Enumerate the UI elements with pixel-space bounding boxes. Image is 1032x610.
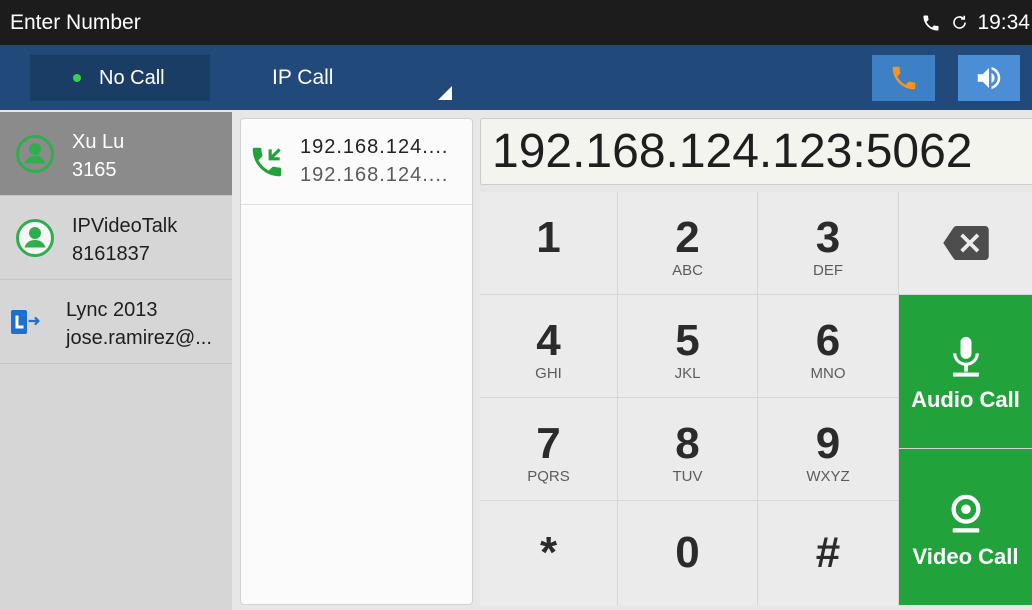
key-digit: 7	[536, 419, 561, 468]
key-letters: DEF	[813, 262, 843, 279]
key-1[interactable]: 1	[480, 192, 617, 294]
contact-item[interactable]: IPVideoTalk 8161837	[0, 196, 232, 280]
key-digit: #	[815, 528, 841, 577]
contact-name: Lync 2013	[66, 299, 158, 321]
screen-title: Enter Number	[10, 11, 141, 34]
status-dot-icon	[73, 74, 81, 82]
key-5[interactable]: 5 JKL	[618, 295, 757, 397]
digit-keys: 1 2 ABC 3 DEF 4 GHI 5 JKL 6 MNO 7 PQRS 8	[480, 192, 898, 605]
microphone-icon	[952, 336, 979, 377]
contact-item[interactable]: Lync 2013 jose.ramirez@...	[0, 280, 232, 364]
key-star[interactable]: *	[480, 501, 617, 605]
handset-button[interactable]	[872, 55, 935, 101]
handset-icon	[892, 66, 915, 90]
call-toolbar: No Call IP Call	[0, 45, 1032, 110]
key-4[interactable]: 4 GHI	[480, 295, 617, 397]
status-indicators: 19:34	[921, 0, 1030, 45]
speaker-button[interactable]	[958, 55, 1020, 101]
dial-number-field	[480, 118, 1032, 185]
key-digit: 1	[536, 213, 561, 262]
key-letters: TUV	[672, 468, 703, 485]
contact-item[interactable]: Xu Lu 3165	[0, 112, 232, 196]
key-letters: ABC	[672, 262, 703, 279]
key-8[interactable]: 8 TUV	[618, 398, 757, 500]
contact-number: 8161837	[72, 243, 150, 265]
key-3[interactable]: 3 DEF	[758, 192, 898, 294]
account-label: IP Call	[272, 66, 334, 89]
key-digit: 8	[675, 419, 700, 468]
call-history-detail: 192.168.124....	[300, 164, 449, 186]
call-history-address: 192.168.124....	[300, 136, 449, 158]
key-2[interactable]: 2 ABC	[618, 192, 757, 294]
camera-icon	[951, 494, 980, 533]
key-digit: 5	[675, 316, 700, 365]
key-letters: JKL	[674, 365, 701, 382]
key-7[interactable]: 7 PQRS	[480, 398, 617, 500]
key-digit: 9	[815, 419, 841, 468]
account-dropdown[interactable]: IP Call	[240, 45, 462, 110]
key-digit: 6	[815, 316, 841, 365]
key-digit: *	[539, 528, 558, 577]
dropdown-triangle-icon	[438, 86, 452, 100]
audio-call-button[interactable]: Audio Call	[899, 295, 1032, 448]
phone-icon	[921, 13, 941, 33]
contact-icon	[16, 135, 54, 173]
video-call-label: Video Call	[912, 544, 1019, 569]
contact-icon	[16, 219, 54, 257]
key-letters: GHI	[535, 365, 562, 382]
dial-number-input[interactable]	[481, 119, 1032, 184]
call-status-button[interactable]: No Call	[30, 55, 210, 101]
contact-number: jose.ramirez@...	[66, 327, 212, 349]
call-history-icon	[252, 147, 282, 177]
key-0[interactable]: 0	[618, 501, 757, 605]
key-digit: 2	[675, 213, 700, 262]
contact-name: IPVideoTalk	[72, 215, 178, 237]
call-history-list: 192.168.124.... 192.168.124....	[240, 118, 473, 605]
audio-call-label: Audio Call	[911, 386, 1020, 412]
key-digit: 3	[815, 213, 841, 262]
clock-time: 19:34	[977, 10, 1030, 34]
key-9[interactable]: 9 WXYZ	[758, 398, 898, 500]
backspace-icon	[942, 225, 989, 261]
key-digit: 0	[675, 528, 700, 577]
dialpad: 1 2 ABC 3 DEF 4 GHI 5 JKL 6 MNO 7 PQRS 8	[480, 192, 1032, 605]
video-call-button[interactable]: Video Call	[899, 449, 1032, 605]
key-digit: 4	[536, 316, 561, 365]
contact-name: Xu Lu	[72, 131, 125, 153]
backspace-button[interactable]	[899, 192, 1032, 294]
speaker-icon	[977, 67, 1001, 89]
key-letters: PQRS	[527, 468, 570, 485]
key-letters: MNO	[810, 365, 846, 382]
contact-number: 3165	[72, 159, 117, 181]
contact-list: Xu Lu 3165 IPVideoTalk 8161837 Lync 2013…	[0, 112, 232, 610]
key-letters: WXYZ	[806, 468, 850, 485]
key-6[interactable]: 6 MNO	[758, 295, 898, 397]
key-hash[interactable]: #	[758, 501, 898, 605]
sync-icon	[949, 13, 969, 33]
call-status-label: No Call	[99, 66, 165, 89]
lync-icon	[11, 310, 40, 334]
call-history-item[interactable]: 192.168.124.... 192.168.124....	[241, 119, 472, 205]
status-bar: Enter Number 19:34	[0, 0, 1032, 45]
call-actions: Audio Call Video Call	[899, 192, 1032, 605]
